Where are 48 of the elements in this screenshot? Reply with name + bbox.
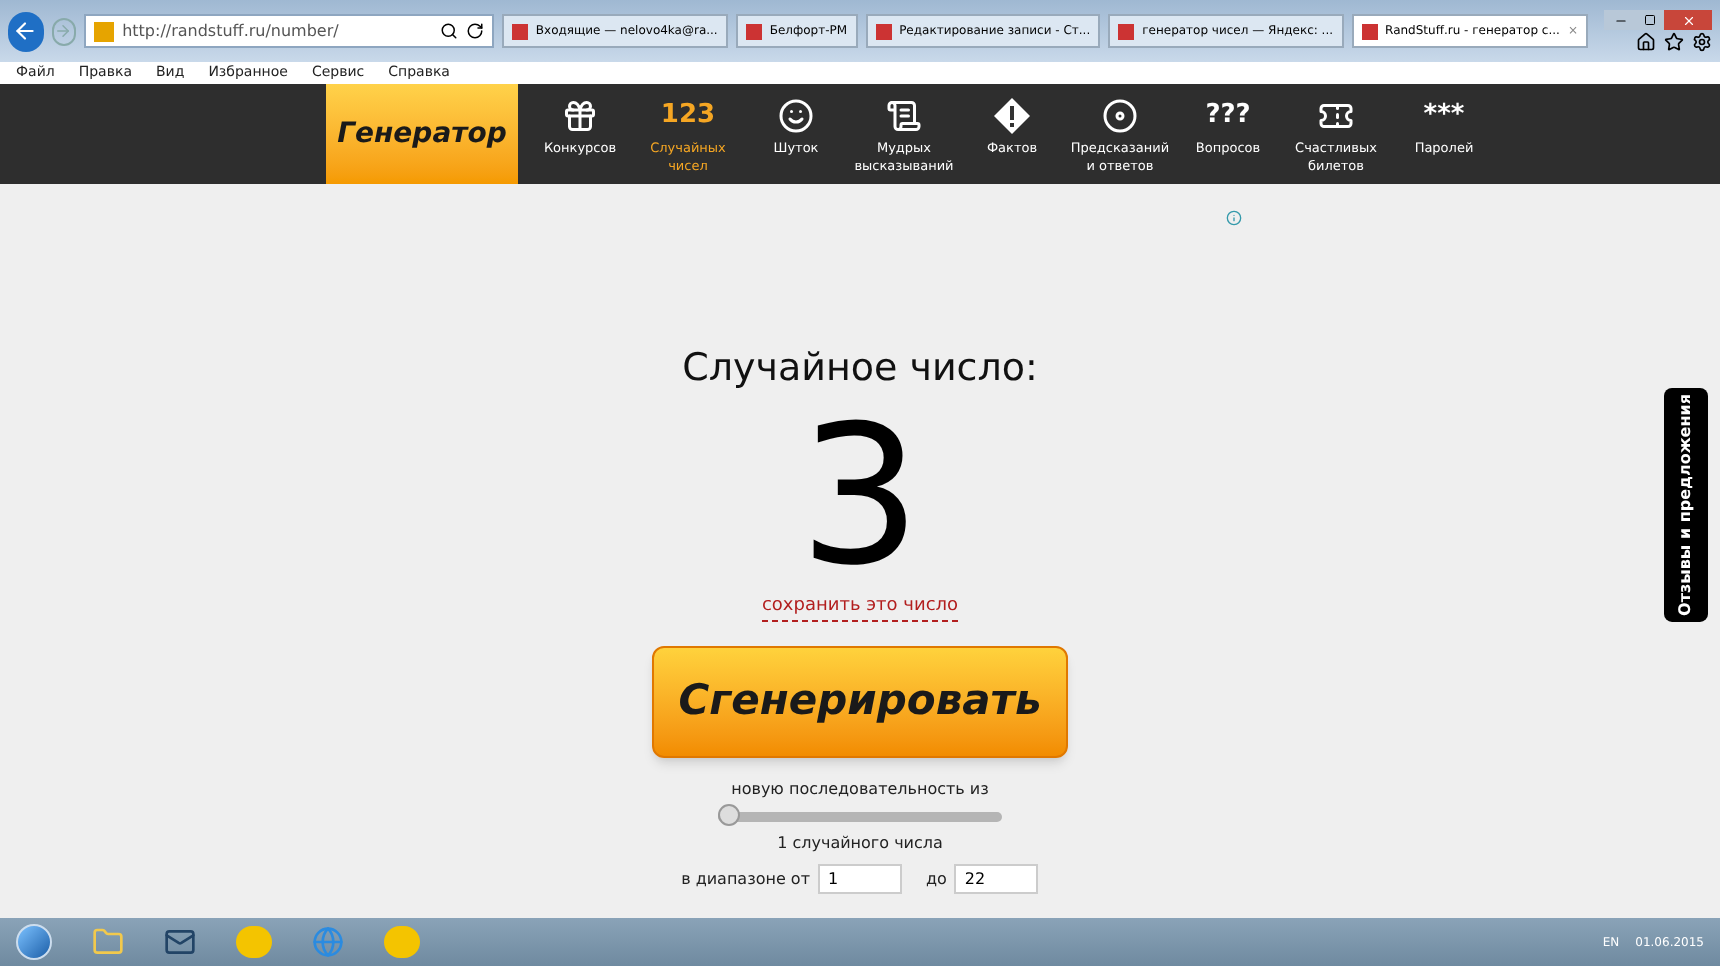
ad-icon — [1226, 210, 1242, 226]
save-number-link[interactable]: сохранить это число — [761, 593, 959, 622]
glyph-icon: 123 — [660, 96, 716, 136]
start-button[interactable] — [16, 924, 52, 960]
forward-arrow-icon — [54, 22, 73, 40]
search-icon[interactable] — [439, 22, 458, 40]
mail-icon[interactable] — [164, 926, 196, 958]
favorites-icon[interactable] — [1664, 32, 1684, 52]
range-to-label: до — [925, 867, 947, 891]
maximize-button[interactable] — [1636, 10, 1664, 30]
back-button[interactable] — [8, 11, 44, 51]
glyph-icon: ??? — [1205, 96, 1251, 136]
tab-favicon — [1118, 23, 1135, 39]
generate-button[interactable]: Сгенерировать — [652, 646, 1068, 758]
settings-icon[interactable] — [1692, 32, 1712, 52]
folder-icon[interactable] — [92, 926, 124, 958]
app-icon[interactable] — [236, 926, 272, 958]
refresh-icon[interactable] — [465, 22, 484, 40]
app-icon[interactable] — [384, 926, 420, 958]
scroll-icon — [886, 98, 922, 134]
range-from-field[interactable]: 1 — [817, 864, 902, 894]
tab-favicon — [1361, 23, 1378, 39]
smiley-icon — [778, 98, 814, 134]
maximize-icon — [1644, 14, 1656, 26]
site-logo[interactable]: Генератор — [326, 84, 518, 184]
range-to-field[interactable]: 22 — [954, 864, 1039, 894]
site-favicon — [94, 21, 115, 41]
tab-favicon — [875, 23, 892, 39]
range-label: в диапазоне от — [681, 867, 810, 891]
gift-icon — [562, 98, 598, 134]
random-number: 3 — [798, 397, 922, 593]
warning-diamond-icon — [992, 96, 1032, 136]
close-icon — [1681, 13, 1695, 27]
tab-favicon — [745, 23, 762, 39]
count-slider[interactable] — [718, 804, 1002, 828]
slider-thumb[interactable] — [718, 804, 740, 826]
minimize-button[interactable] — [1604, 10, 1636, 30]
result-heading: Случайное число: — [682, 344, 1038, 394]
tab-favicon — [511, 23, 528, 39]
sequence-label: новую последовательность из — [731, 778, 989, 802]
back-arrow-icon — [12, 18, 39, 44]
ticket-icon — [1318, 98, 1354, 134]
disc-icon — [1102, 98, 1138, 134]
feedback-tab[interactable]: Отзывы и предложения — [1664, 388, 1708, 622]
count-label: 1 случайного числа — [777, 832, 943, 856]
glyph-icon: *** — [1423, 96, 1465, 136]
home-icon[interactable] — [1636, 32, 1656, 52]
address-bar[interactable]: http://randstuff.ru/number/ — [84, 14, 494, 48]
